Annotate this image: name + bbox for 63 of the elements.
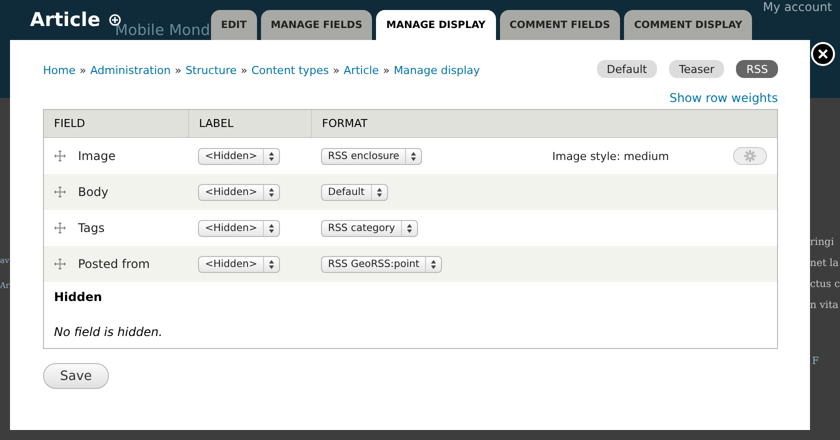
settings-button[interactable] (733, 147, 767, 165)
account-link[interactable]: My account (762, 0, 832, 14)
save-button[interactable]: Save (43, 363, 109, 389)
background-text: ctus c (810, 278, 840, 292)
tab[interactable]: MANAGE DISPLAY (376, 10, 496, 40)
view-mode-button[interactable]: RSS (736, 60, 778, 78)
view-mode-button[interactable]: Default (596, 60, 657, 78)
background-text: av (0, 256, 10, 265)
background-text: n vita (810, 299, 838, 313)
select-arrows-icon (407, 224, 412, 232)
drag-handle-icon[interactable] (54, 150, 66, 162)
select-field[interactable]: RSS GeoRSS:point (321, 256, 442, 272)
select-arrows-icon (269, 188, 274, 196)
hidden-heading: Hidden (53, 289, 104, 304)
field-name: Posted from (78, 257, 150, 271)
select-field[interactable]: <Hidden> (198, 256, 280, 272)
show-row-weights-link[interactable]: Show row weights (669, 91, 778, 105)
background-text: Ar (0, 281, 11, 290)
format-summary: Image style: medium (552, 150, 669, 162)
breadcrumb-link[interactable]: Home (43, 64, 76, 77)
breadcrumb-separator: » (79, 64, 86, 77)
view-mode-button[interactable]: Teaser (669, 60, 724, 78)
select-field[interactable]: Default (321, 184, 388, 200)
select-arrows-icon (269, 224, 274, 232)
breadcrumb-separator: » (174, 64, 182, 77)
breadcrumb-separator: » (382, 64, 390, 77)
tab[interactable]: EDIT (211, 10, 257, 40)
select-field[interactable]: RSS category (321, 220, 418, 236)
gear-icon (744, 150, 756, 162)
tab[interactable]: COMMENT FIELDS (500, 10, 620, 40)
select-arrows-icon (269, 260, 274, 268)
site-name: Mobile Mond (115, 22, 210, 39)
tab[interactable]: MANAGE FIELDS (260, 10, 372, 40)
column-header: FORMAT (311, 110, 777, 137)
close-icon (818, 49, 828, 59)
breadcrumb-separator: » (240, 64, 248, 77)
breadcrumb-separator: » (332, 64, 340, 77)
background-text: ringi (810, 236, 834, 250)
column-header: LABEL (188, 110, 311, 137)
select-arrows-icon (411, 152, 416, 160)
select-arrows-icon (376, 188, 382, 196)
select-field[interactable]: RSS enclosure (321, 148, 422, 164)
background-text: net la (810, 257, 839, 271)
select-field[interactable]: <Hidden> (198, 148, 280, 164)
tab[interactable]: COMMENT DISPLAY (624, 10, 752, 40)
select-field[interactable]: <Hidden> (198, 220, 280, 236)
select-arrows-icon (431, 260, 436, 268)
drag-handle-icon[interactable] (54, 186, 66, 198)
field-name: Tags (78, 221, 105, 235)
breadcrumb-link[interactable]: Manage display (394, 64, 480, 77)
select-field[interactable]: <Hidden> (198, 184, 280, 200)
column-header: FIELD (53, 116, 86, 132)
breadcrumb-link[interactable]: Structure (185, 64, 237, 77)
select-arrows-icon (269, 152, 274, 160)
breadcrumb-link[interactable]: Content types (251, 64, 329, 77)
drag-handle-icon[interactable] (54, 222, 66, 234)
breadcrumb-link[interactable]: Administration (90, 64, 171, 77)
page-title: Article (30, 9, 100, 31)
field-name: Image (78, 149, 116, 163)
drag-handle-icon[interactable] (54, 258, 66, 270)
hidden-message: No field is hidden. (53, 324, 164, 341)
field-name: Body (78, 185, 108, 199)
breadcrumb-link[interactable]: Article (344, 64, 379, 77)
